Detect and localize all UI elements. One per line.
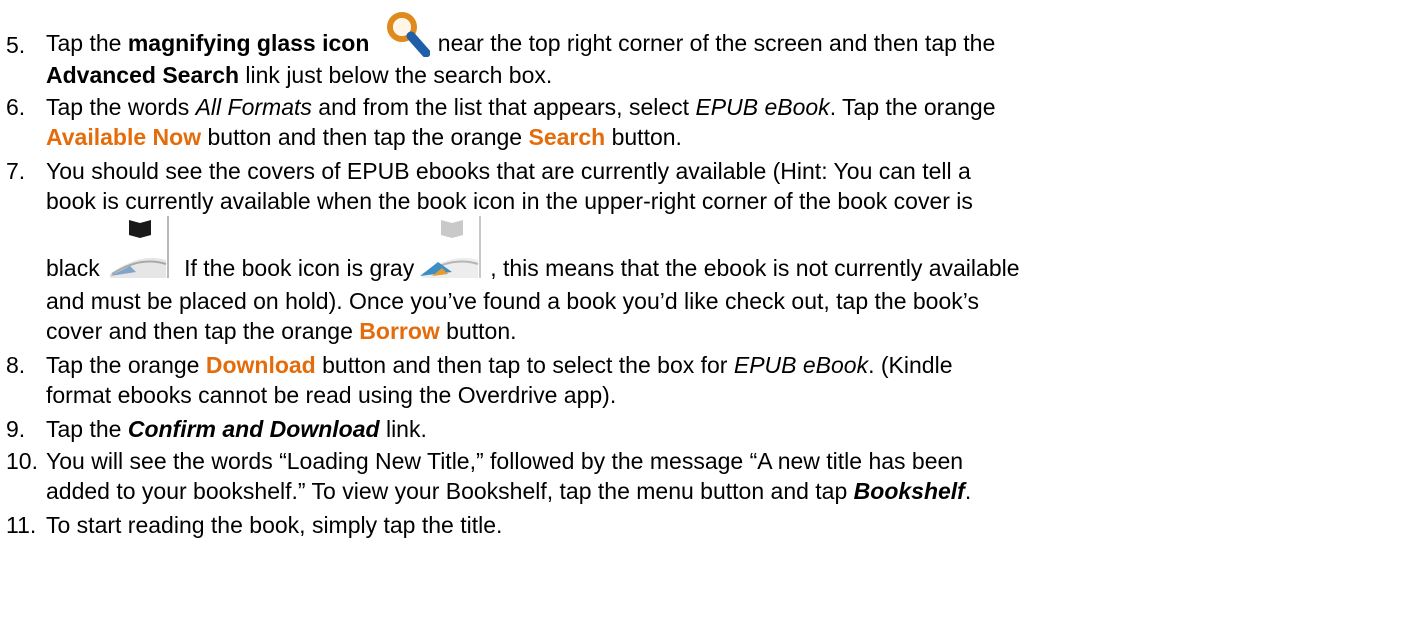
step-11: 11. To start reading the book, simply ta… bbox=[0, 510, 1413, 540]
magnifying-glass-icon bbox=[386, 12, 430, 57]
all-formats-text: All Formats bbox=[195, 94, 312, 120]
step-text: Tap the bbox=[46, 416, 128, 442]
download-label: Download bbox=[205, 352, 316, 378]
step-8: 8. Tap the orange Download button and th… bbox=[0, 350, 1413, 412]
step-7: 7. You should see the covers of EPUB ebo… bbox=[0, 156, 1413, 346]
step-text: button and then tap to select the box fo… bbox=[315, 352, 734, 378]
step-text: button and then tap the orange bbox=[201, 124, 529, 150]
step-text: added to your bookshelf.” To view your B… bbox=[46, 478, 854, 504]
step-number: 10. bbox=[6, 448, 38, 474]
step-number: 7. bbox=[6, 158, 26, 184]
step-number: 5. bbox=[6, 32, 26, 58]
book-gray-icon bbox=[420, 216, 482, 278]
instruction-document: 5. Tap the magnifying glass icon near th… bbox=[0, 0, 1413, 622]
step-text: link. bbox=[379, 416, 427, 442]
step-text: You will see the words “Loading New Titl… bbox=[46, 448, 964, 474]
step-text: book is currently available when the boo… bbox=[46, 188, 973, 214]
confirm-and-download-link-text: Confirm and Download bbox=[127, 416, 380, 442]
step-text: near the top right corner of the screen … bbox=[437, 30, 996, 56]
bookshelf-text: Bookshelf bbox=[853, 478, 965, 504]
step-number: 6. bbox=[6, 94, 26, 120]
step-text: , this means that the ebook is not curre… bbox=[490, 255, 1020, 281]
step-6: 6. Tap the words All Formats and from th… bbox=[0, 92, 1413, 154]
search-label: Search bbox=[528, 124, 606, 150]
step-5: 5. Tap the magnifying glass icon near th… bbox=[0, 4, 1413, 88]
step-number: 8. bbox=[6, 352, 26, 378]
step-text: and from the list that appears, select bbox=[311, 94, 696, 120]
step-number: 11. bbox=[6, 512, 37, 538]
step-number: 9. bbox=[6, 416, 26, 442]
step-text: You should see the covers of EPUB ebooks… bbox=[46, 158, 971, 184]
epub-ebook-text: EPUB eBook bbox=[695, 94, 830, 120]
step-text: . Tap the orange bbox=[829, 94, 996, 120]
step-text: . bbox=[964, 478, 972, 504]
step-text: format ebooks cannot be read using the O… bbox=[46, 382, 617, 408]
borrow-label: Borrow bbox=[359, 318, 440, 344]
step-text: button. bbox=[605, 124, 682, 150]
step-text: Tap the bbox=[46, 30, 128, 56]
emphasis-magnifying-glass: magnifying glass icon bbox=[127, 30, 370, 56]
step-10: 10. You will see the words “Loading New … bbox=[0, 446, 1413, 508]
step-text: cover and then tap the orange bbox=[46, 318, 360, 344]
step-text: To start reading the book, simply tap th… bbox=[46, 512, 503, 538]
advanced-search-link-text: Advanced Search bbox=[46, 62, 240, 88]
step-9: 9. Tap the Confirm and Download link. bbox=[0, 414, 1413, 444]
book-black-icon bbox=[109, 216, 169, 278]
step-text: and must be placed on hold). Once you’ve… bbox=[46, 288, 979, 314]
step-text: link just below the search box. bbox=[239, 62, 553, 88]
step-text: button. bbox=[439, 318, 517, 344]
epub-ebook-text: EPUB eBook bbox=[733, 352, 869, 378]
step-text: Tap the words bbox=[46, 94, 196, 120]
step-text: black bbox=[46, 255, 100, 281]
step-text: Tap the orange bbox=[46, 352, 206, 378]
step-text: . (Kindle bbox=[868, 352, 953, 378]
available-now-label: Available Now bbox=[46, 124, 202, 150]
step-text: If the book icon is gray bbox=[177, 255, 415, 281]
